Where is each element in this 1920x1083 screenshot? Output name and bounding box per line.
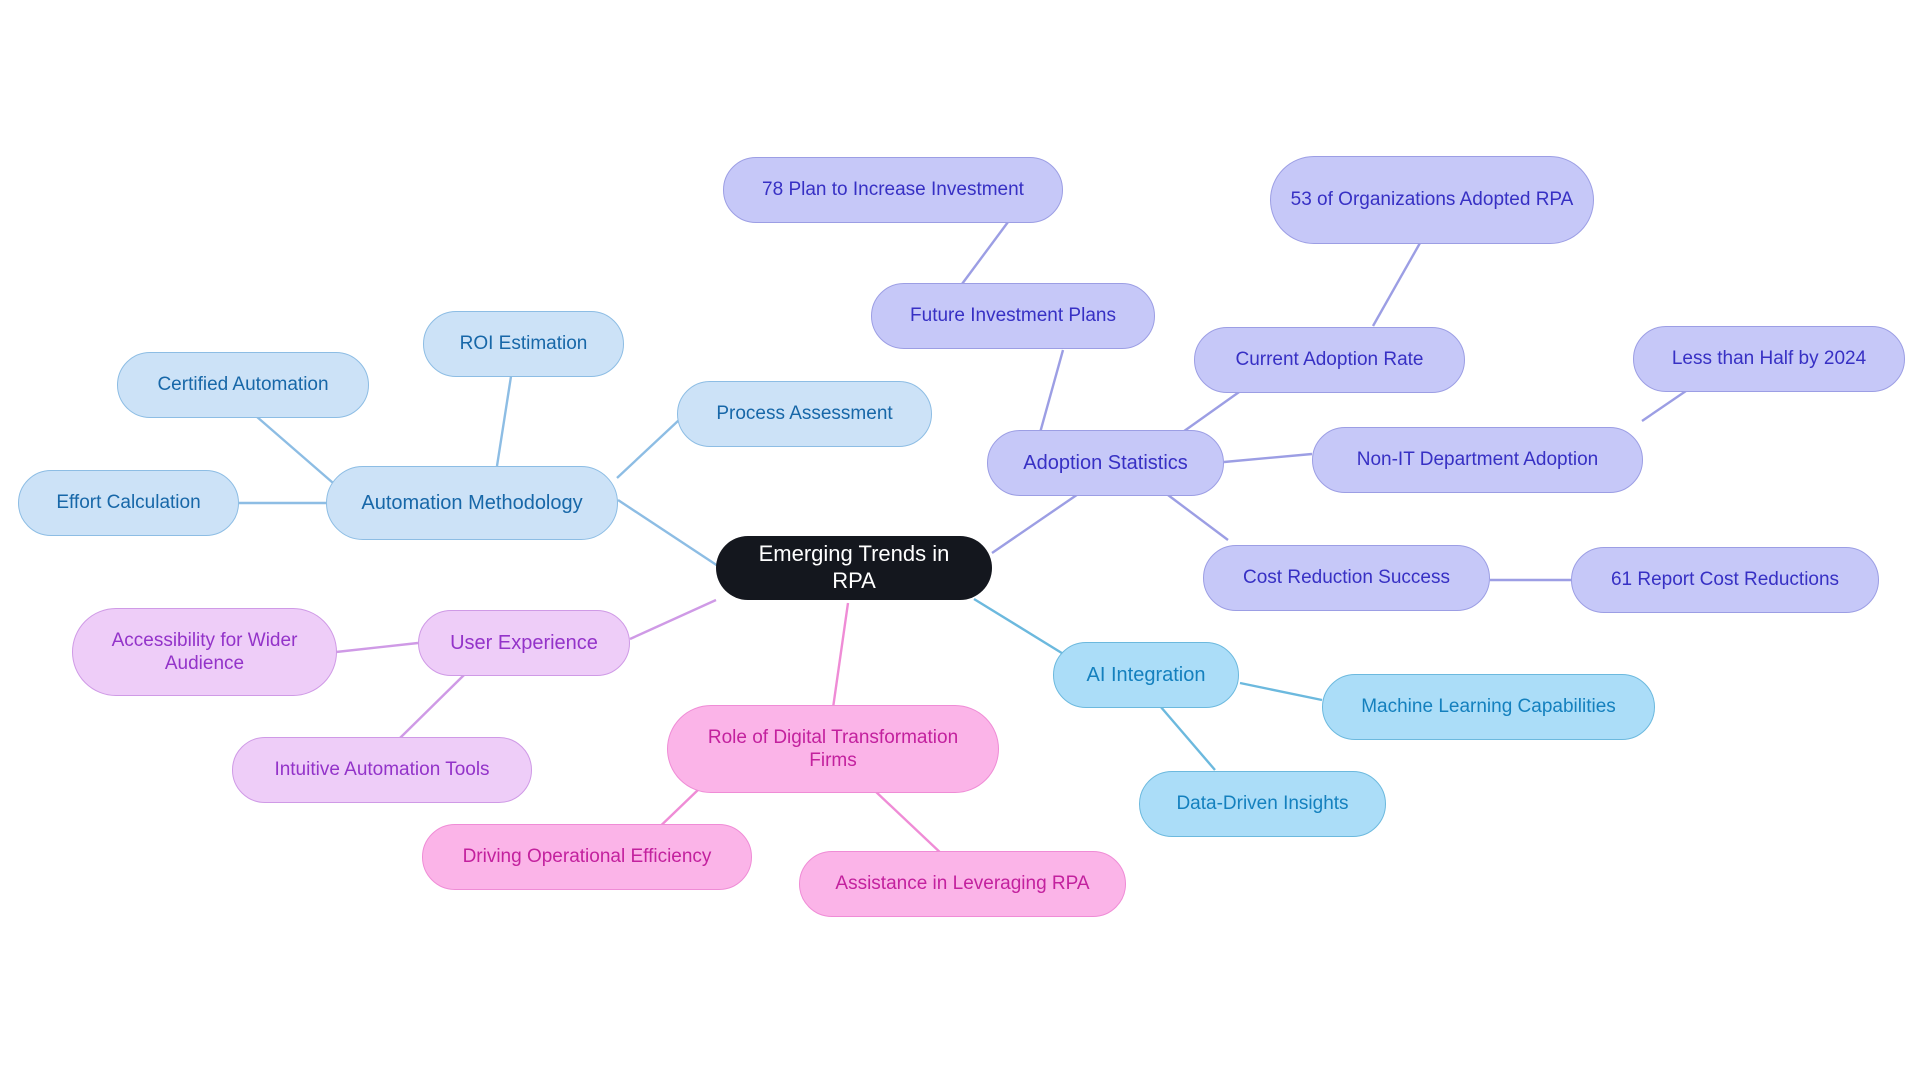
node-data-driven-insights[interactable]: Data-Driven Insights [1139,771,1386,837]
edge-root-ai-integration [973,597,1066,657]
node-less-than-half-2024-label: Less than Half by 2024 [1671,348,1867,370]
node-effort-calculation-label: Effort Calculation [56,492,201,514]
edge-current-rate-53 [1371,242,1422,327]
node-certified-automation[interactable]: Certified Automation [117,352,369,418]
node-automation-methodology-label: Automation Methodology [361,491,583,514]
node-role-digital-transformation-label: Role of Digital Transformation Firms [707,726,959,771]
node-user-experience[interactable]: User Experience [418,610,630,676]
edge-dt-assistance [873,789,946,858]
node-accessibility-wider-audience-label: Accessibility for Wider Audience [111,629,298,674]
node-orgs-adopted-rpa[interactable]: 53 of Organizations Adopted RPA [1270,156,1594,244]
node-driving-operational-efficiency-label: Driving Operational Efficiency [462,846,712,868]
node-driving-operational-efficiency[interactable]: Driving Operational Efficiency [422,824,752,890]
edge-ux-accessibility [335,641,419,654]
node-roi-estimation-label: ROI Estimation [459,333,588,355]
node-current-adoption-rate-label: Current Adoption Rate [1235,349,1424,371]
node-automation-methodology[interactable]: Automation Methodology [326,466,618,540]
node-certified-automation-label: Certified Automation [157,374,329,396]
node-machine-learning-capabilities-label: Machine Learning Capabilities [1361,696,1616,718]
node-machine-learning-capabilities[interactable]: Machine Learning Capabilities [1322,674,1655,740]
edge-methodology-roi [495,369,514,467]
node-cost-reduction-success[interactable]: Cost Reduction Success [1203,545,1490,611]
node-effort-calculation[interactable]: Effort Calculation [18,470,239,536]
edge-methodology-certified [248,409,341,490]
edge-methodology-process [616,419,680,479]
edge-root-automation-methodology [617,498,719,568]
node-plan-increase-investment-label: 78 Plan to Increase Investment [762,179,1024,201]
node-accessibility-wider-audience[interactable]: Accessibility for Wider Audience [72,608,337,696]
edge-root-user-experience [629,598,717,641]
node-non-it-department-adoption-label: Non-IT Department Adoption [1356,449,1599,471]
node-intuitive-automation-tools-label: Intuitive Automation Tools [274,759,490,781]
node-report-cost-reductions-label: 61 Report Cost Reductions [1610,569,1840,591]
node-root-label: Emerging Trends in RPA [758,541,950,593]
node-root[interactable]: Emerging Trends in RPA [716,536,992,600]
node-intuitive-automation-tools[interactable]: Intuitive Automation Tools [232,737,532,803]
node-less-than-half-2024[interactable]: Less than Half by 2024 [1633,326,1905,392]
node-adoption-statistics-label: Adoption Statistics [1023,451,1188,474]
edge-adoption-non-it [1223,452,1313,464]
node-process-assessment-label: Process Assessment [716,403,893,425]
edge-ai-machine-learning [1239,681,1323,702]
edge-adoption-future-investment [1036,349,1065,441]
node-future-investment-plans[interactable]: Future Investment Plans [871,283,1155,349]
mindmap-canvas: Emerging Trends in RPA Automation Method… [0,0,1920,1083]
node-role-digital-transformation[interactable]: Role of Digital Transformation Firms [667,705,999,793]
node-ai-integration-label: AI Integration [1086,663,1206,686]
node-future-investment-plans-label: Future Investment Plans [910,305,1116,327]
edge-ux-intuitive-tools [399,674,465,739]
node-orgs-adopted-rpa-label: 53 of Organizations Adopted RPA [1290,189,1574,211]
node-current-adoption-rate[interactable]: Current Adoption Rate [1194,327,1465,393]
node-assistance-leveraging-rpa[interactable]: Assistance in Leveraging RPA [799,851,1126,917]
node-ai-integration[interactable]: AI Integration [1053,642,1239,708]
node-process-assessment[interactable]: Process Assessment [677,381,932,447]
node-adoption-statistics[interactable]: Adoption Statistics [987,430,1224,496]
node-user-experience-label: User Experience [450,631,598,654]
node-non-it-department-adoption[interactable]: Non-IT Department Adoption [1312,427,1643,493]
node-roi-estimation[interactable]: ROI Estimation [423,311,624,377]
node-assistance-leveraging-rpa-label: Assistance in Leveraging RPA [835,873,1090,895]
node-data-driven-insights-label: Data-Driven Insights [1176,793,1349,815]
node-report-cost-reductions[interactable]: 61 Report Cost Reductions [1571,547,1879,613]
edge-root-digital-transformation [830,602,850,716]
edge-future-investment-78 [961,221,1009,285]
node-cost-reduction-success-label: Cost Reduction Success [1243,567,1450,589]
edge-adoption-cost-reduction [1163,491,1229,541]
node-plan-increase-investment[interactable]: 78 Plan to Increase Investment [723,157,1063,223]
edge-root-adoption-statistics [991,489,1085,554]
